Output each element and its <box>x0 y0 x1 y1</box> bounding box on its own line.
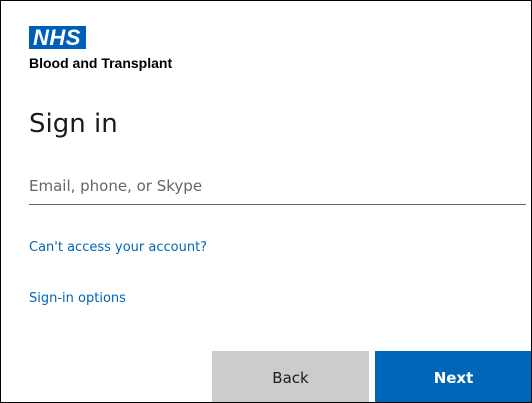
nhs-blood-and-transplant-logo: NHS Blood and Transplant <box>29 26 172 71</box>
org-name: Blood and Transplant <box>29 55 173 71</box>
sign-in-options-link[interactable]: Sign-in options <box>29 291 126 306</box>
email-field[interactable] <box>29 169 526 205</box>
page-title: Sign in <box>29 109 118 139</box>
nhs-logo-mark: NHS <box>29 26 86 49</box>
sign-in-panel: NHS Blood and Transplant Sign in Can't a… <box>0 0 532 403</box>
cant-access-account-link[interactable]: Can't access your account? <box>29 240 207 255</box>
next-button[interactable]: Next <box>375 351 531 402</box>
back-button[interactable]: Back <box>212 351 369 402</box>
